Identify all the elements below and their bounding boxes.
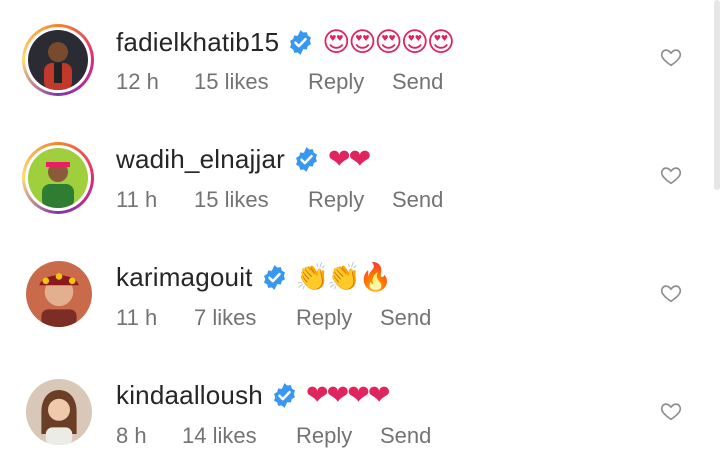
comment-timestamp: 11 h — [116, 187, 158, 212]
comment-likes-count[interactable]: 15 likes — [194, 187, 308, 213]
comment-likes-count[interactable]: 15 likes — [194, 69, 308, 95]
reply-button[interactable]: Reply — [308, 69, 392, 95]
avatar-story-ring[interactable] — [22, 24, 94, 96]
avatar — [28, 30, 88, 90]
avatar[interactable] — [26, 261, 92, 327]
comment-likes-count[interactable]: 7 likes — [194, 305, 296, 331]
comment-text: 👏👏🔥 — [295, 261, 393, 293]
comment-timestamp: 12 h — [116, 69, 159, 94]
comment-timestamp: 11 h — [116, 305, 158, 330]
send-button[interactable]: Send — [380, 305, 431, 331]
comment-item: kindaalloush ❤❤❤❤ 8 h 14 likes Reply Sen… — [0, 354, 720, 460]
comment-item: karimagouit 👏👏🔥 11 h 7 likes Reply Send — [0, 236, 720, 354]
comment-text: 😍😍😍😍😍 — [322, 26, 455, 58]
send-button[interactable]: Send — [392, 69, 443, 95]
verified-badge-icon — [293, 146, 320, 173]
avatar[interactable] — [26, 379, 92, 445]
send-button[interactable]: Send — [392, 187, 443, 213]
avatar-story-ring[interactable] — [22, 142, 94, 214]
reply-button[interactable]: Reply — [296, 423, 380, 449]
like-heart-icon[interactable] — [660, 164, 682, 186]
comment-username[interactable]: fadielkhatib15 — [116, 27, 279, 58]
verified-badge-icon — [287, 29, 314, 56]
like-heart-icon[interactable] — [660, 46, 682, 68]
scrollbar[interactable] — [714, 0, 720, 190]
comment-username[interactable]: karimagouit — [116, 262, 253, 293]
reply-button[interactable]: Reply — [296, 305, 380, 331]
comment-timestamp: 8 h — [116, 423, 147, 448]
reply-button[interactable]: Reply — [308, 187, 392, 213]
comment-item: wadih_elnajjar ❤❤ 11 h 15 likes Reply Se… — [0, 118, 720, 236]
comment-text: ❤❤ — [328, 143, 371, 175]
verified-badge-icon — [261, 264, 288, 291]
like-heart-icon[interactable] — [660, 400, 682, 422]
comment-likes-count[interactable]: 14 likes — [182, 423, 296, 449]
comment-username[interactable]: kindaalloush — [116, 380, 263, 411]
send-button[interactable]: Send — [380, 423, 431, 449]
verified-badge-icon — [271, 382, 298, 409]
like-heart-icon[interactable] — [660, 282, 682, 304]
comment-username[interactable]: wadih_elnajjar — [116, 144, 285, 175]
comment-text: ❤❤❤❤ — [305, 379, 390, 411]
comment-item: fadielkhatib15 😍😍😍😍😍 12 h 15 likes Reply… — [0, 0, 720, 118]
avatar — [28, 148, 88, 208]
